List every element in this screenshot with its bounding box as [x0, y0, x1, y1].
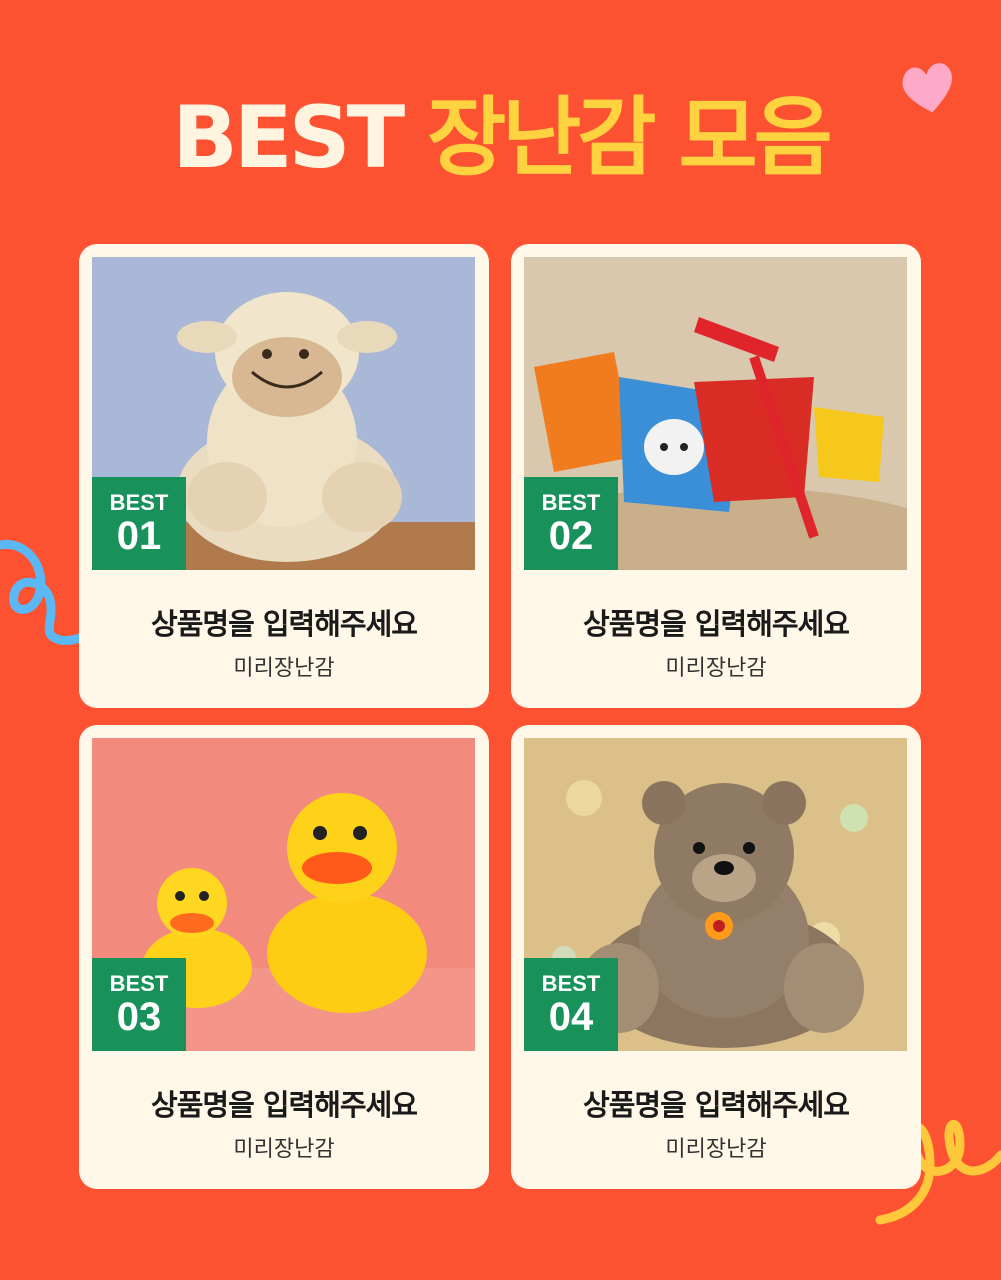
rank-badge: BEST 03 [92, 958, 186, 1051]
product-brand: 미리장난감 [665, 656, 767, 681]
badge-label: BEST [109, 490, 169, 515]
title-toy-collection: 장난감 모음 [427, 88, 833, 188]
badge-label: BEST [109, 971, 169, 996]
badge-rank: 01 [116, 514, 162, 558]
badge-rank: 02 [548, 514, 594, 558]
product-brand: 미리장난감 [665, 1137, 767, 1162]
rank-badge: BEST 01 [92, 477, 186, 570]
rank-badge: BEST 02 [524, 477, 618, 570]
product-card-3[interactable]: BEST 03 상품명을 입력해주세요 미리장난감 [79, 725, 489, 1189]
badge-rank: 03 [116, 995, 162, 1039]
badge-label: BEST [541, 971, 601, 996]
badge-label: BEST [541, 490, 601, 515]
badge-rank: 04 [548, 995, 594, 1039]
rank-badge: BEST 04 [524, 958, 618, 1051]
title-best: BEST [172, 88, 405, 188]
product-brand: 미리장난감 [233, 1137, 335, 1162]
product-name[interactable]: 상품명을 입력해주세요 [79, 1082, 489, 1124]
product-card-2[interactable]: BEST 02 상품명을 입력해주세요 미리장난감 [511, 244, 921, 708]
product-brand: 미리장난감 [233, 656, 335, 681]
product-card-4[interactable]: BEST 04 상품명을 입력해주세요 미리장난감 [511, 725, 921, 1189]
product-card-1[interactable]: BEST 01 상품명을 입력해주세요 미리장난감 [79, 244, 489, 708]
product-name[interactable]: 상품명을 입력해주세요 [79, 601, 489, 643]
page-title: BEST 장난감 모음 [0, 95, 1001, 181]
product-name[interactable]: 상품명을 입력해주세요 [511, 1082, 921, 1124]
product-name[interactable]: 상품명을 입력해주세요 [511, 601, 921, 643]
